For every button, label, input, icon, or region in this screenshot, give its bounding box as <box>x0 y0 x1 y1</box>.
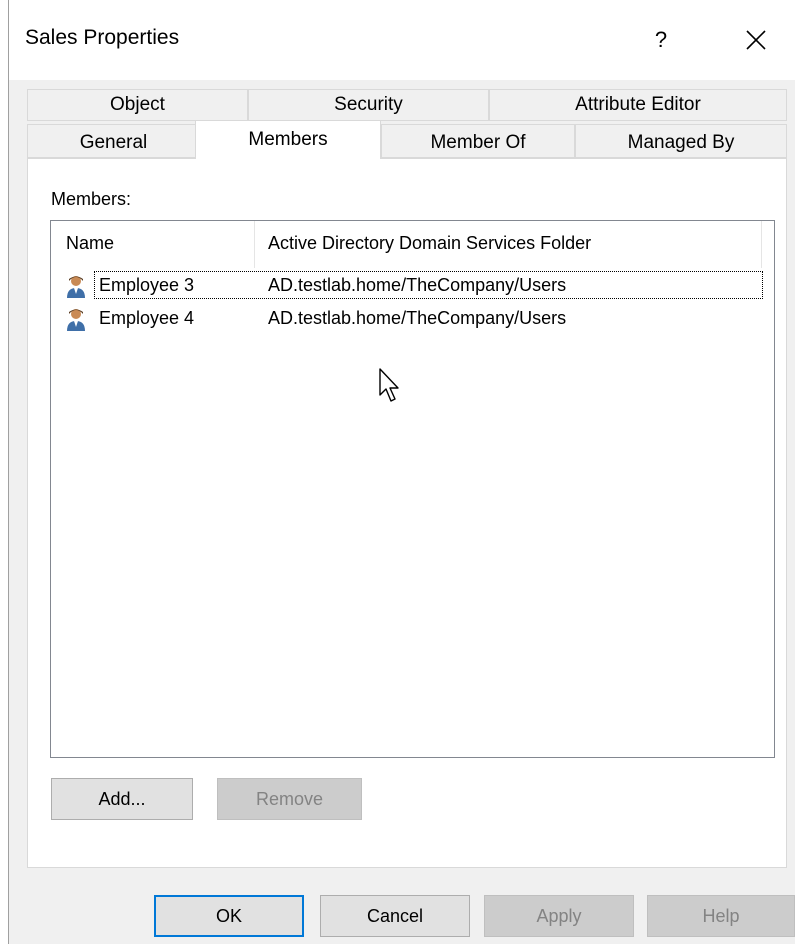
column-divider[interactable] <box>761 221 762 268</box>
user-icon <box>67 276 85 298</box>
properties-dialog: Sales Properties ? Object Security Attri… <box>9 0 795 944</box>
tab-label: Attribute Editor <box>575 94 701 115</box>
tab-attribute-editor[interactable]: Attribute Editor <box>489 89 787 121</box>
apply-button[interactable]: Apply <box>484 895 634 937</box>
member-folder: AD.testlab.home/TheCompany/Users <box>268 275 567 295</box>
tab-security[interactable]: Security <box>248 89 489 121</box>
tab-managed-by[interactable]: Managed By <box>575 124 787 158</box>
member-folder: AD.testlab.home/TheCompany/Users <box>268 308 567 328</box>
close-button[interactable] <box>731 18 781 62</box>
tab-label: General <box>79 132 148 153</box>
ok-button[interactable]: OK <box>154 895 304 937</box>
member-name: Employee 4 <box>99 308 195 328</box>
tab-label: Object <box>110 94 165 115</box>
cancel-button[interactable]: Cancel <box>320 895 470 937</box>
tab-label: Security <box>334 94 403 115</box>
tab-general[interactable]: General <box>27 124 200 158</box>
help-button[interactable]: Help <box>647 895 795 937</box>
member-name: Employee 3 <box>99 275 195 295</box>
add-button[interactable]: Add... <box>51 778 193 820</box>
tab-members[interactable]: Members <box>195 120 381 159</box>
members-list[interactable]: Name Active Directory Domain Services Fo… <box>50 220 775 758</box>
title-bar: Sales Properties ? <box>9 0 795 80</box>
column-header-name[interactable]: Name <box>66 233 114 254</box>
remove-button[interactable]: Remove <box>217 778 362 820</box>
mouse-cursor-icon <box>379 368 399 402</box>
help-title-button[interactable]: ? <box>641 22 681 58</box>
tab-member-of[interactable]: Member Of <box>381 124 575 158</box>
column-header-folder[interactable]: Active Directory Domain Services Folder <box>268 233 591 254</box>
tab-label: Managed By <box>627 132 735 153</box>
tab-object[interactable]: Object <box>27 89 248 121</box>
table-row[interactable]: Employee 3 AD.testlab.home/TheCompany/Us… <box>51 271 774 301</box>
column-divider[interactable] <box>254 221 255 268</box>
tab-label: Member Of <box>430 132 526 153</box>
list-header: Name Active Directory Domain Services Fo… <box>51 221 774 268</box>
tab-label: Members <box>248 129 328 150</box>
user-icon <box>67 309 85 331</box>
table-row[interactable]: Employee 4 AD.testlab.home/TheCompany/Us… <box>51 304 774 334</box>
window-title: Sales Properties <box>25 26 180 49</box>
members-label: Members: <box>51 189 132 209</box>
close-icon <box>746 30 766 50</box>
